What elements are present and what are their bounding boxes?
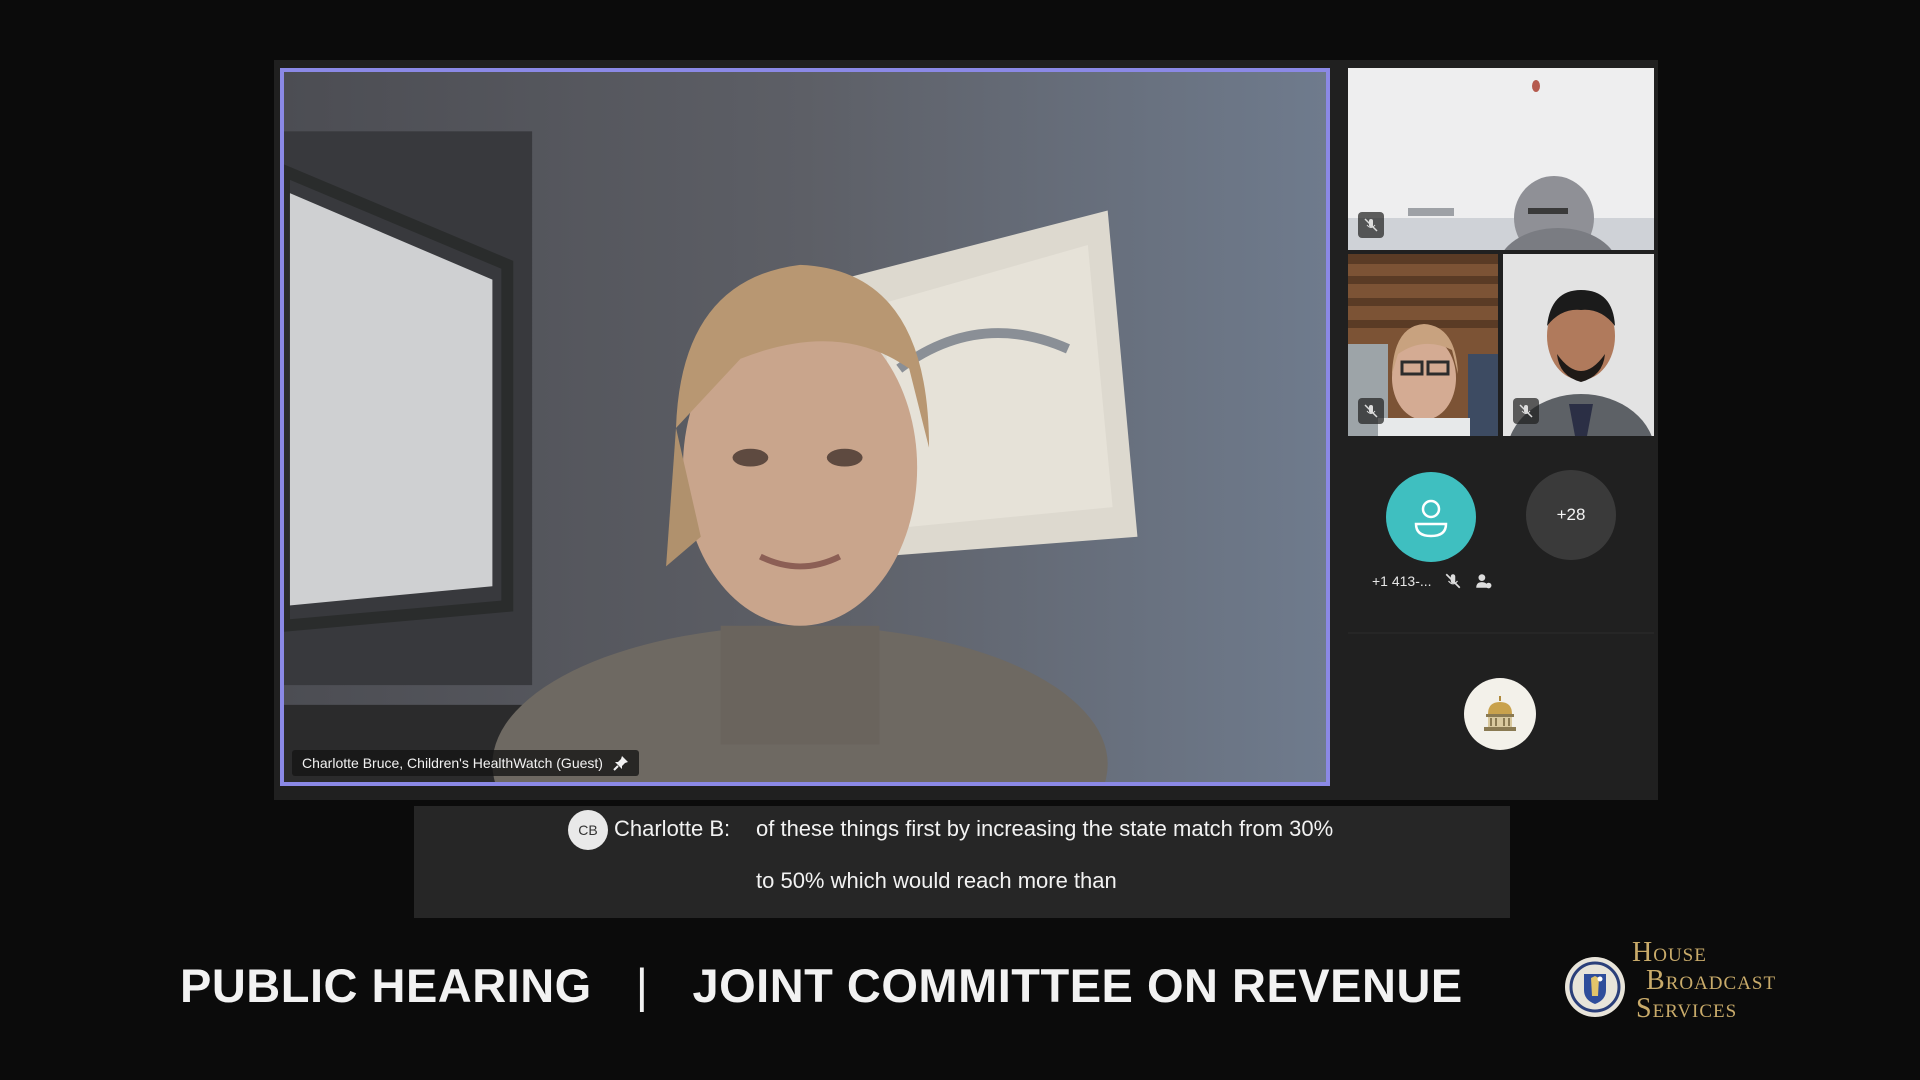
pin-icon[interactable] <box>613 755 629 771</box>
mic-muted-icon <box>1445 573 1460 589</box>
meeting-window: Charlotte Bruce, Children's HealthWatch … <box>274 60 1658 800</box>
phone-audio-icon <box>1475 574 1491 589</box>
mic-muted-icon <box>1358 398 1384 424</box>
brand-line2-rest: ROADCAST <box>1665 973 1777 994</box>
participant-video <box>1348 68 1654 250</box>
caption-line-2: to 50% which would reach more than <box>756 868 1117 893</box>
brand-line1-rest: OUSE <box>1653 945 1707 966</box>
speaker-video <box>284 72 1326 782</box>
banner-separator: | <box>635 959 649 1012</box>
brand-line3-cap: S <box>1636 993 1653 1024</box>
massachusetts-seal-icon <box>1565 957 1625 1017</box>
brand-line3-rest: ERVICES <box>1652 1001 1738 1022</box>
speaker-name-tag: Charlotte Bruce, Children's HealthWatch … <box>292 750 639 776</box>
main-speaker-tile[interactable]: Charlotte Bruce, Children's HealthWatch … <box>280 68 1330 786</box>
live-captions: CB Charlotte B: of these things first by… <box>414 806 1510 918</box>
state-house-dome-icon <box>1484 696 1516 731</box>
brand-line1-cap: H <box>1632 937 1654 968</box>
person-icon <box>1414 499 1448 538</box>
participant-tile[interactable] <box>1348 68 1654 250</box>
more-participants-count: +28 <box>1556 505 1586 524</box>
tile-divider <box>1348 632 1654 634</box>
speaker-name: Charlotte Bruce, Children's HealthWatch … <box>302 755 603 771</box>
mic-muted-icon <box>1358 212 1384 238</box>
caption-line-1: of these things first by increasing the … <box>756 816 1334 841</box>
participant-tile[interactable] <box>1503 254 1654 436</box>
banner-left-text: PUBLIC HEARING <box>180 959 592 1012</box>
house-broadcast-services-logo: HOUSE BROADCAST SERVICES <box>1632 937 1777 1024</box>
broadcast-banner: PUBLIC HEARING | JOINT COMMITTEE ON REVE… <box>180 958 1463 1013</box>
phone-participant-label-row: +1 413-... <box>1372 572 1492 590</box>
participant-tile[interactable] <box>1348 254 1498 436</box>
phone-participant-avatar[interactable] <box>1386 472 1476 562</box>
more-participants-button[interactable]: +28 <box>1526 470 1616 560</box>
legislature-seal-tile[interactable] <box>1464 678 1536 750</box>
caption-speaker-name: Charlotte B: <box>614 816 731 841</box>
caption-speaker-avatar: CB <box>568 810 608 850</box>
phone-participant-number: +1 413-... <box>1372 573 1432 589</box>
banner-right-text: JOINT COMMITTEE ON REVENUE <box>692 959 1463 1012</box>
mic-muted-icon <box>1513 398 1539 424</box>
brand-line2-cap: B <box>1646 965 1666 996</box>
